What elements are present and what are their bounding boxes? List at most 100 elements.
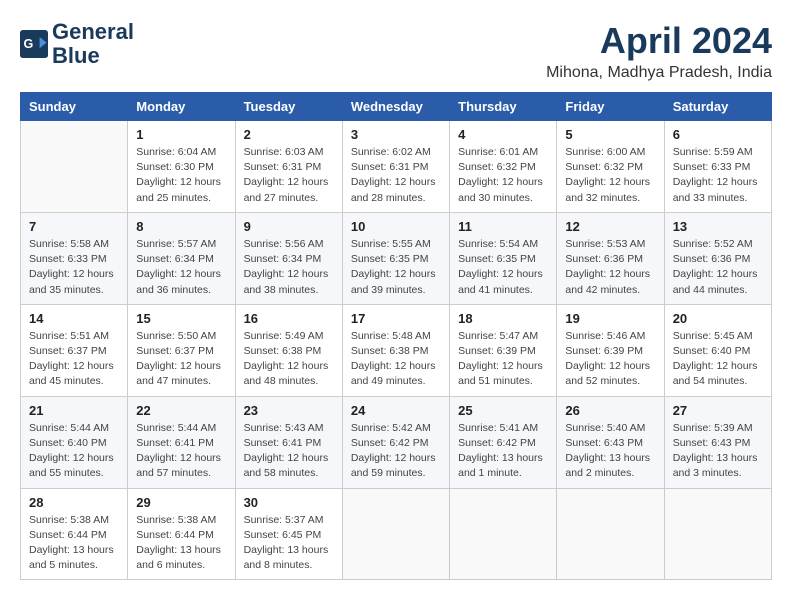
calendar-cell: 5 Sunrise: 6:00 AM Sunset: 6:32 PM Daylig… [557,121,664,213]
day-number: 11 [458,219,548,234]
day-number: 7 [29,219,119,234]
logo-line2: Blue [52,44,134,68]
calendar-cell [450,488,557,580]
calendar-cell: 3 Sunrise: 6:02 AM Sunset: 6:31 PM Daylig… [342,121,449,213]
day-info: Sunrise: 5:49 AM Sunset: 6:38 PM Dayligh… [244,329,334,390]
calendar-cell [664,488,771,580]
day-number: 2 [244,127,334,142]
day-number: 24 [351,403,441,418]
header-tuesday: Tuesday [235,93,342,121]
calendar-week-row: 14 Sunrise: 5:51 AM Sunset: 6:37 PM Dayli… [21,304,772,396]
calendar-cell: 28 Sunrise: 5:38 AM Sunset: 6:44 PM Dayli… [21,488,128,580]
logo-icon: G [20,30,48,58]
day-number: 13 [673,219,763,234]
day-info: Sunrise: 5:54 AM Sunset: 6:35 PM Dayligh… [458,237,548,298]
day-number: 6 [673,127,763,142]
day-info: Sunrise: 6:02 AM Sunset: 6:31 PM Dayligh… [351,145,441,206]
calendar-cell: 23 Sunrise: 5:43 AM Sunset: 6:41 PM Dayli… [235,396,342,488]
month-title: April 2024 [546,20,772,62]
day-number: 10 [351,219,441,234]
day-info: Sunrise: 6:01 AM Sunset: 6:32 PM Dayligh… [458,145,548,206]
day-number: 22 [136,403,226,418]
day-info: Sunrise: 5:56 AM Sunset: 6:34 PM Dayligh… [244,237,334,298]
day-number: 28 [29,495,119,510]
day-info: Sunrise: 5:44 AM Sunset: 6:41 PM Dayligh… [136,421,226,482]
day-number: 14 [29,311,119,326]
day-number: 20 [673,311,763,326]
header-wednesday: Wednesday [342,93,449,121]
svg-text:G: G [24,37,34,51]
calendar-cell: 14 Sunrise: 5:51 AM Sunset: 6:37 PM Dayli… [21,304,128,396]
logo-text: General Blue [52,20,134,68]
calendar-cell [342,488,449,580]
day-info: Sunrise: 5:55 AM Sunset: 6:35 PM Dayligh… [351,237,441,298]
location-title: Mihona, Madhya Pradesh, India [546,64,772,82]
calendar-cell: 22 Sunrise: 5:44 AM Sunset: 6:41 PM Dayli… [128,396,235,488]
day-number: 17 [351,311,441,326]
header-thursday: Thursday [450,93,557,121]
day-number: 5 [565,127,655,142]
page-header: G General Blue April 2024 Mihona, Madhya… [20,20,772,82]
day-info: Sunrise: 5:45 AM Sunset: 6:40 PM Dayligh… [673,329,763,390]
header-sunday: Sunday [21,93,128,121]
calendar-cell: 30 Sunrise: 5:37 AM Sunset: 6:45 PM Dayli… [235,488,342,580]
day-number: 23 [244,403,334,418]
calendar-cell: 2 Sunrise: 6:03 AM Sunset: 6:31 PM Daylig… [235,121,342,213]
header-saturday: Saturday [664,93,771,121]
day-info: Sunrise: 5:42 AM Sunset: 6:42 PM Dayligh… [351,421,441,482]
day-info: Sunrise: 5:37 AM Sunset: 6:45 PM Dayligh… [244,513,334,574]
calendar-cell: 26 Sunrise: 5:40 AM Sunset: 6:43 PM Dayli… [557,396,664,488]
day-info: Sunrise: 5:40 AM Sunset: 6:43 PM Dayligh… [565,421,655,482]
calendar-week-row: 1 Sunrise: 6:04 AM Sunset: 6:30 PM Daylig… [21,121,772,213]
day-number: 15 [136,311,226,326]
day-info: Sunrise: 5:38 AM Sunset: 6:44 PM Dayligh… [136,513,226,574]
calendar-cell: 1 Sunrise: 6:04 AM Sunset: 6:30 PM Daylig… [128,121,235,213]
calendar-cell: 16 Sunrise: 5:49 AM Sunset: 6:38 PM Dayli… [235,304,342,396]
calendar-cell: 17 Sunrise: 5:48 AM Sunset: 6:38 PM Dayli… [342,304,449,396]
day-number: 19 [565,311,655,326]
calendar-cell: 15 Sunrise: 5:50 AM Sunset: 6:37 PM Dayli… [128,304,235,396]
header-friday: Friday [557,93,664,121]
day-number: 18 [458,311,548,326]
title-block: April 2024 Mihona, Madhya Pradesh, India [546,20,772,82]
day-info: Sunrise: 5:52 AM Sunset: 6:36 PM Dayligh… [673,237,763,298]
calendar-cell: 7Sunrise: 5:58 AM Sunset: 6:33 PM Daylig… [21,212,128,304]
calendar-cell: 9 Sunrise: 5:56 AM Sunset: 6:34 PM Daylig… [235,212,342,304]
calendar-cell: 27Sunrise: 5:39 AM Sunset: 6:43 PM Dayli… [664,396,771,488]
day-info: Sunrise: 5:43 AM Sunset: 6:41 PM Dayligh… [244,421,334,482]
day-number: 16 [244,311,334,326]
day-info: Sunrise: 5:38 AM Sunset: 6:44 PM Dayligh… [29,513,119,574]
calendar-cell: 10 Sunrise: 5:55 AM Sunset: 6:35 PM Dayli… [342,212,449,304]
calendar-cell: 20 Sunrise: 5:45 AM Sunset: 6:40 PM Dayli… [664,304,771,396]
calendar-week-row: 28 Sunrise: 5:38 AM Sunset: 6:44 PM Dayli… [21,488,772,580]
calendar-cell [21,121,128,213]
day-number: 3 [351,127,441,142]
calendar-cell: 6 Sunrise: 5:59 AM Sunset: 6:33 PM Daylig… [664,121,771,213]
day-info: Sunrise: 5:59 AM Sunset: 6:33 PM Dayligh… [673,145,763,206]
day-info: Sunrise: 6:04 AM Sunset: 6:30 PM Dayligh… [136,145,226,206]
day-number: 25 [458,403,548,418]
day-number: 30 [244,495,334,510]
calendar-cell: 18Sunrise: 5:47 AM Sunset: 6:39 PM Dayli… [450,304,557,396]
day-info: Sunrise: 5:50 AM Sunset: 6:37 PM Dayligh… [136,329,226,390]
calendar-cell: 29Sunrise: 5:38 AM Sunset: 6:44 PM Dayli… [128,488,235,580]
day-number: 4 [458,127,548,142]
calendar-cell: 4 Sunrise: 6:01 AM Sunset: 6:32 PM Daylig… [450,121,557,213]
calendar-cell: 11 Sunrise: 5:54 AM Sunset: 6:35 PM Dayli… [450,212,557,304]
day-info: Sunrise: 5:44 AM Sunset: 6:40 PM Dayligh… [29,421,119,482]
day-info: Sunrise: 5:46 AM Sunset: 6:39 PM Dayligh… [565,329,655,390]
calendar-table: SundayMondayTuesdayWednesdayThursdayFrid… [20,92,772,580]
day-number: 8 [136,219,226,234]
day-number: 9 [244,219,334,234]
calendar-cell [557,488,664,580]
day-number: 26 [565,403,655,418]
day-info: Sunrise: 5:53 AM Sunset: 6:36 PM Dayligh… [565,237,655,298]
day-number: 12 [565,219,655,234]
day-info: Sunrise: 6:03 AM Sunset: 6:31 PM Dayligh… [244,145,334,206]
day-number: 1 [136,127,226,142]
calendar-cell: 21Sunrise: 5:44 AM Sunset: 6:40 PM Dayli… [21,396,128,488]
day-info: Sunrise: 5:51 AM Sunset: 6:37 PM Dayligh… [29,329,119,390]
day-info: Sunrise: 5:41 AM Sunset: 6:42 PM Dayligh… [458,421,548,482]
day-info: Sunrise: 5:48 AM Sunset: 6:38 PM Dayligh… [351,329,441,390]
day-info: Sunrise: 6:00 AM Sunset: 6:32 PM Dayligh… [565,145,655,206]
